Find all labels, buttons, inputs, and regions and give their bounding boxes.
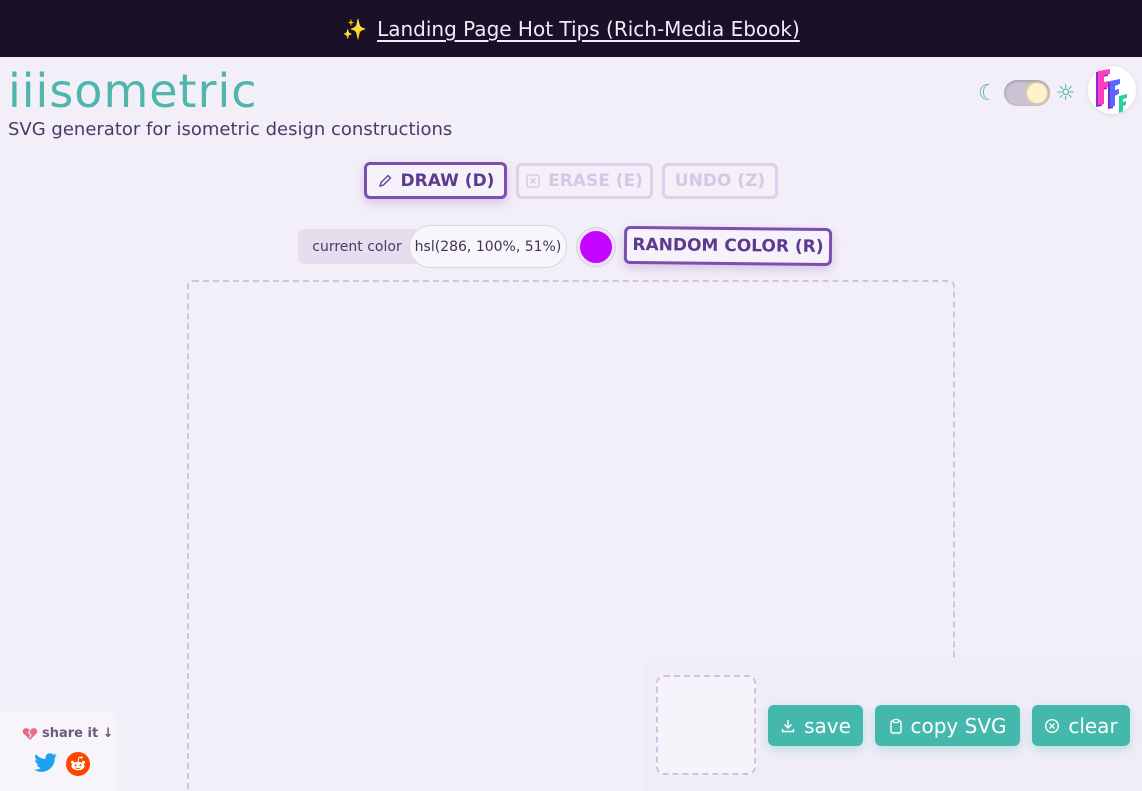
clear-button[interactable]: clear	[1032, 705, 1130, 746]
current-color-label: current color	[298, 229, 416, 264]
share-widget: share it ↓	[0, 712, 116, 791]
copy-svg-label: copy SVG	[910, 713, 1007, 738]
undo-button[interactable]: UNDO (Z)	[662, 163, 778, 199]
draw-button[interactable]: DRAW (D)	[364, 162, 507, 199]
twitter-icon	[34, 753, 57, 772]
erase-button[interactable]: ERASE (E)	[516, 163, 653, 199]
save-label: save	[804, 713, 851, 738]
copy-svg-button[interactable]: copy SVG	[875, 705, 1020, 746]
theme-switcher: ☾ ☼	[978, 78, 1075, 108]
broken-heart-icon	[22, 727, 38, 740]
download-icon	[781, 719, 795, 732]
erase-label: ERASE (E)	[548, 171, 643, 191]
share-label-row: share it ↓	[22, 726, 114, 741]
theme-toggle[interactable]	[1003, 80, 1050, 106]
app-subtitle: SVG generator for isometric design const…	[8, 119, 453, 140]
svg-preview	[656, 675, 756, 775]
logo-avatar[interactable]	[1088, 66, 1136, 114]
clear-circle-x-icon	[1045, 718, 1060, 733]
sparkles-icon: ✨	[342, 16, 368, 41]
current-color-input[interactable]: hsl(286, 100%, 51%)	[409, 225, 567, 268]
erase-x-icon	[526, 174, 540, 188]
random-color-button[interactable]: RANDOM COLOR (R)	[623, 225, 833, 267]
toggle-knob	[1026, 83, 1047, 103]
promo-banner: ✨ Landing Page Hot Tips (Rich-Media Eboo…	[0, 0, 1142, 57]
sun-icon: ☼	[1055, 80, 1076, 106]
moon-icon: ☾	[978, 80, 998, 106]
promo-link[interactable]: Landing Page Hot Tips (Rich-Media Ebook)	[377, 17, 800, 41]
pencil-icon	[378, 174, 391, 187]
save-button[interactable]: save	[768, 705, 863, 746]
random-color-label: RANDOM COLOR (R)	[632, 234, 824, 258]
color-swatch[interactable]	[577, 228, 615, 266]
reddit-share-button[interactable]	[66, 752, 90, 780]
undo-label: UNDO (Z)	[674, 171, 766, 191]
clipboard-icon	[889, 718, 902, 734]
fff-logo-icon	[1096, 69, 1127, 113]
twitter-share-button[interactable]	[34, 753, 58, 777]
share-label: share it ↓	[42, 726, 114, 741]
clear-label: clear	[1068, 713, 1118, 738]
draw-label: DRAW (D)	[400, 170, 495, 191]
reddit-icon	[66, 752, 90, 776]
app-title: iiisometric	[8, 64, 258, 118]
